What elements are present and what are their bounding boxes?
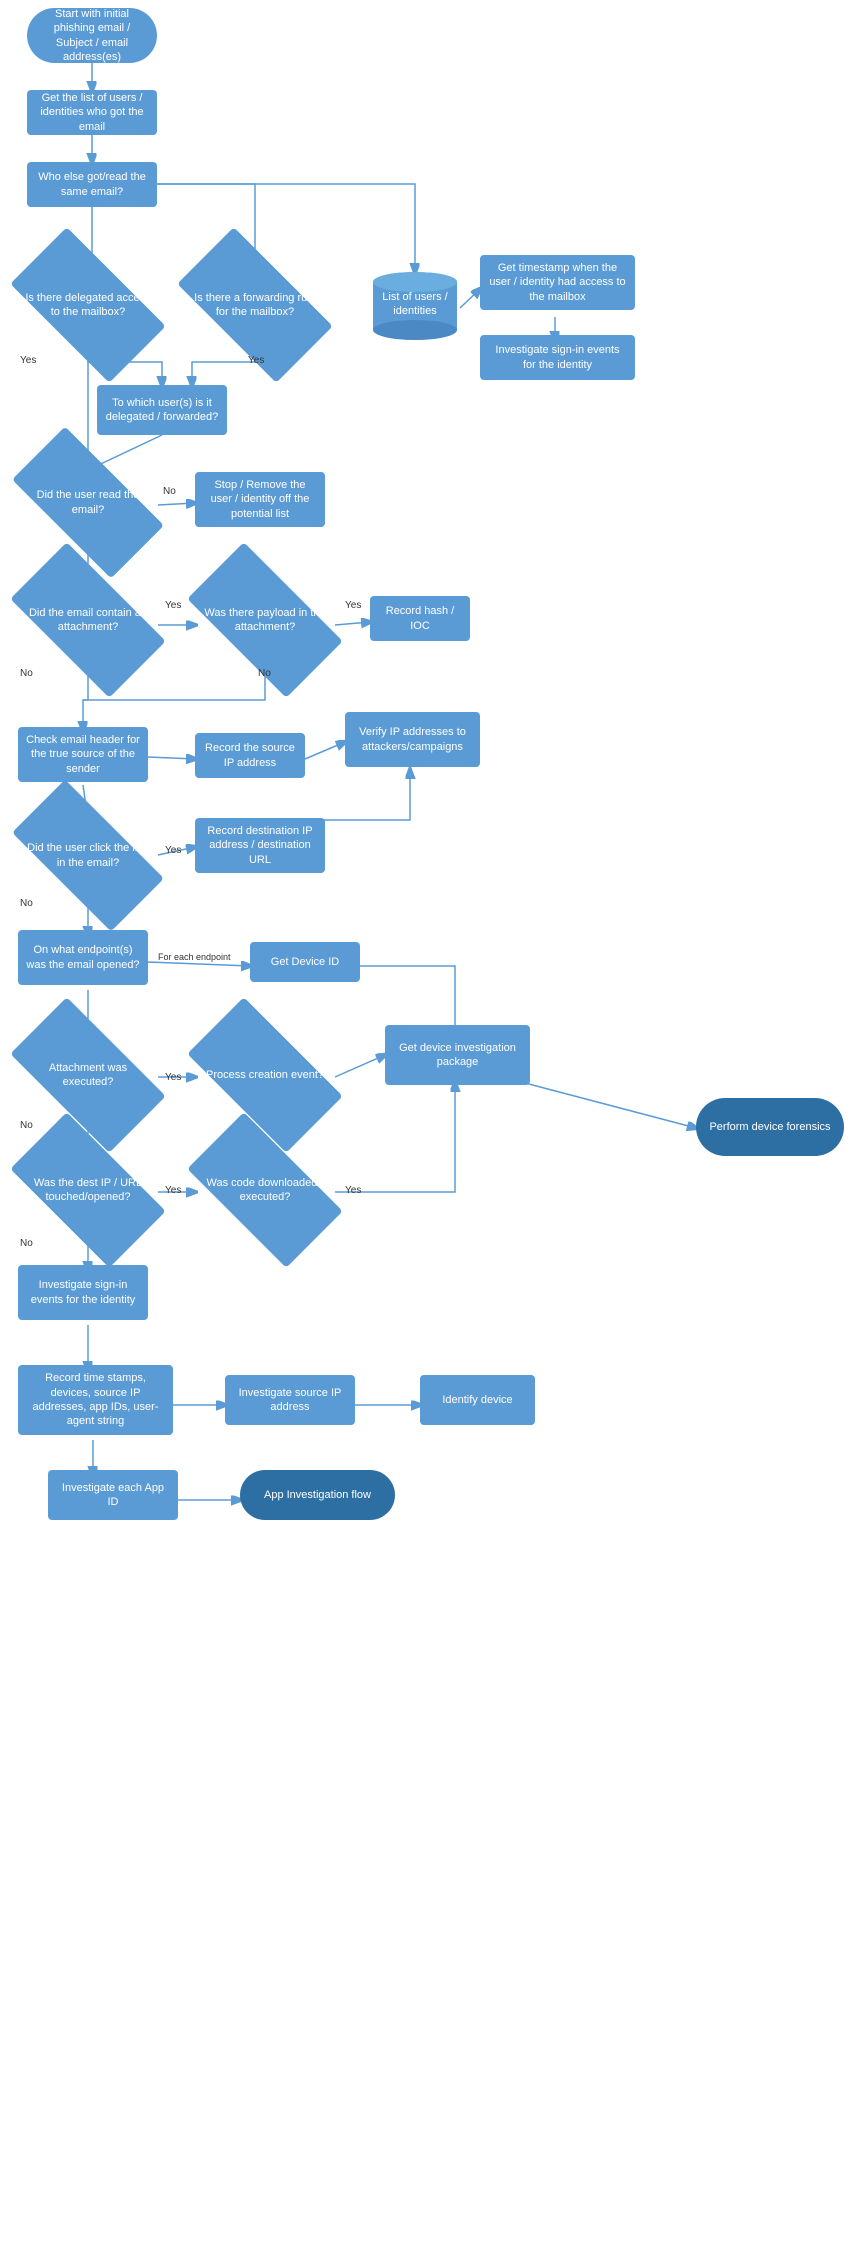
yes-label-dest-ip: Yes: [165, 1185, 181, 1196]
record-source-ip-node: Record the source IP address: [195, 733, 305, 778]
check-email-header-node: Check email header for the true source o…: [18, 727, 148, 782]
no-label-dest-ip: No: [20, 1238, 33, 1249]
process-creation-diamond: Process creation event?: [195, 1035, 335, 1115]
who-else-node: Who else got/read the same email?: [27, 162, 157, 207]
delegated-access-diamond: Is there delegated access to the mailbox…: [18, 265, 158, 345]
investigate-signin-node-1: Investigate sign-in events for the ident…: [480, 335, 635, 380]
investigate-signin-node-2: Investigate sign-in events for the ident…: [18, 1265, 148, 1320]
flowchart-diagram: Start with initial phishing email / Subj…: [0, 0, 857, 2266]
users-identities-cylinder: List of users / identities: [370, 270, 460, 342]
no-label-attachment: No: [20, 668, 33, 679]
get-device-package-node: Get device investigation package: [385, 1025, 530, 1085]
yes-label-attachment: Yes: [165, 600, 181, 611]
identify-device-node: Identify device: [420, 1375, 535, 1425]
no-label-click: No: [20, 898, 33, 909]
perform-forensics-node: Perform device forensics: [696, 1098, 844, 1156]
start-node: Start with initial phishing email / Subj…: [27, 8, 157, 63]
app-investigation-flow-node: App Investigation flow: [240, 1470, 395, 1520]
get-user-list-node: Get the list of users / identities who g…: [27, 90, 157, 135]
stop-remove-node: Stop / Remove the user / identity off th…: [195, 472, 325, 527]
no-label-payload: No: [258, 668, 271, 679]
yes-label-code: Yes: [345, 1185, 361, 1196]
yes-label-payload: Yes: [345, 600, 361, 611]
no-label-read: No: [163, 486, 176, 497]
investigate-source-ip-node: Investigate source IP address: [225, 1375, 355, 1425]
get-timestamp-node: Get timestamp when the user / identity h…: [480, 255, 635, 310]
user-read-diamond: Did the user read the email?: [18, 465, 158, 540]
get-device-id-node: Get Device ID: [250, 942, 360, 982]
to-which-users-node: To which user(s) is it delegated / forwa…: [97, 385, 227, 435]
attachment-diamond: Did the email contain an attachment?: [18, 580, 158, 660]
for-each-endpoint-label: For each endpoint: [158, 952, 231, 962]
yes-label-executed: Yes: [165, 1072, 181, 1083]
yes-label-click: Yes: [165, 845, 181, 856]
attachment-executed-diamond: Attachment was executed?: [18, 1035, 158, 1115]
dest-ip-touched-diamond: Was the dest IP / URL touched/opened?: [18, 1150, 158, 1230]
click-link-diamond: Did the user click the link in the email…: [18, 818, 158, 893]
verify-ip-node: Verify IP addresses to attackers/campaig…: [345, 712, 480, 767]
record-hash-node: Record hash / IOC: [370, 596, 470, 641]
yes-label-forwarding: Yes: [248, 355, 264, 366]
no-label-executed: No: [20, 1120, 33, 1131]
record-timestamps-node: Record time stamps, devices, source IP a…: [18, 1365, 173, 1435]
yes-label-delegated: Yes: [20, 355, 36, 366]
forwarding-rule-diamond: Is there a forwarding rule for the mailb…: [185, 265, 325, 345]
code-downloaded-diamond: Was code downloaded / executed?: [195, 1150, 335, 1230]
investigate-app-id-node: Investigate each App ID: [48, 1470, 178, 1520]
record-dest-ip-node: Record destination IP address / destinat…: [195, 818, 325, 873]
endpoint-opened-node: On what endpoint(s) was the email opened…: [18, 930, 148, 985]
payload-diamond: Was there payload in the attachment?: [195, 580, 335, 660]
